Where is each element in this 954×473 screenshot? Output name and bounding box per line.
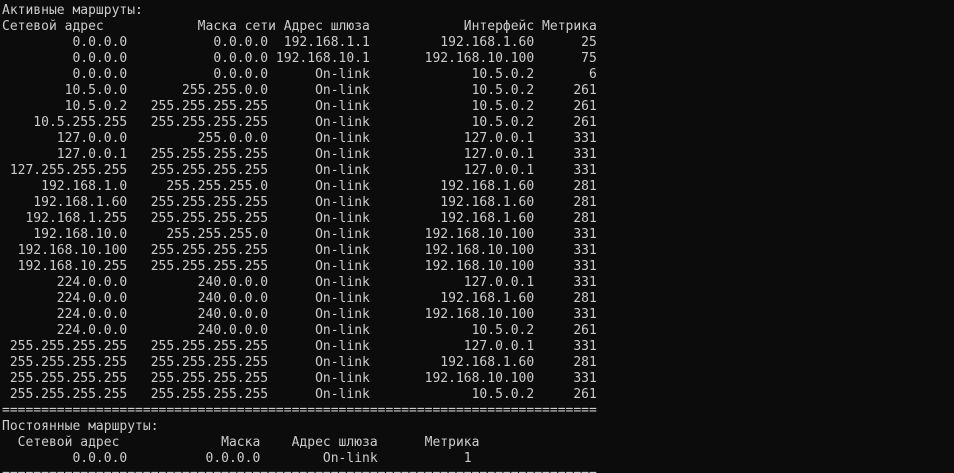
route-row: 127.0.0.1 255.255.255.255 On-link 127.0.… bbox=[2, 147, 597, 162]
route-row: 255.255.255.255 255.255.255.255 On-link … bbox=[2, 355, 597, 370]
route-row: 224.0.0.0 240.0.0.0 On-link 192.168.10.1… bbox=[2, 307, 597, 322]
route-row: 255.255.255.255 255.255.255.255 On-link … bbox=[2, 339, 597, 354]
route-row: 192.168.10.100 255.255.255.255 On-link 1… bbox=[2, 243, 597, 258]
route-row: 127.0.0.0 255.0.0.0 On-link 127.0.0.1 33… bbox=[2, 131, 597, 146]
persistent-route-row: 0.0.0.0 0.0.0.0 On-link 1 bbox=[2, 451, 472, 466]
persistent-routes-header: Сетевой адрес Маска Адрес шлюза Метрика bbox=[2, 435, 480, 450]
route-row: 10.5.0.0 255.255.0.0 On-link 10.5.0.2 26… bbox=[2, 83, 597, 98]
route-row: 0.0.0.0 0.0.0.0 On-link 10.5.0.2 6 bbox=[2, 67, 597, 82]
terminal-screen: Активные маршруты: Сетевой адрес Маска се… bbox=[0, 0, 954, 473]
route-row: 10.5.255.255 255.255.255.255 On-link 10.… bbox=[2, 115, 597, 130]
route-row: 127.255.255.255 255.255.255.255 On-link … bbox=[2, 163, 597, 178]
route-row: 224.0.0.0 240.0.0.0 On-link 10.5.0.2 261 bbox=[2, 323, 597, 338]
separator-line: ========================================… bbox=[2, 467, 954, 473]
route-row: 255.255.255.255 255.255.255.255 On-link … bbox=[2, 371, 597, 386]
route-row: 192.168.1.60 255.255.255.255 On-link 192… bbox=[2, 195, 597, 210]
separator-line: ========================================… bbox=[2, 403, 597, 418]
route-row: 0.0.0.0 0.0.0.0 192.168.1.1 192.168.1.60… bbox=[2, 35, 597, 50]
route-row: 10.5.0.2 255.255.255.255 On-link 10.5.0.… bbox=[2, 99, 597, 114]
route-row: 224.0.0.0 240.0.0.0 On-link 192.168.1.60… bbox=[2, 291, 597, 306]
route-row: 192.168.10.0 255.255.255.0 On-link 192.1… bbox=[2, 227, 597, 242]
route-row: 192.168.1.0 255.255.255.0 On-link 192.16… bbox=[2, 179, 597, 194]
route-row: 0.0.0.0 0.0.0.0 192.168.10.1 192.168.10.… bbox=[2, 51, 597, 66]
active-routes-title: Активные маршруты: bbox=[2, 3, 143, 18]
route-row: 192.168.1.255 255.255.255.255 On-link 19… bbox=[2, 211, 597, 226]
route-row: 224.0.0.0 240.0.0.0 On-link 127.0.0.1 33… bbox=[2, 275, 597, 290]
persistent-routes-title: Постоянные маршруты: bbox=[2, 419, 159, 434]
route-row: 192.168.10.255 255.255.255.255 On-link 1… bbox=[2, 259, 597, 274]
terminal-window[interactable]: Активные маршруты: Сетевой адрес Маска се… bbox=[0, 0, 954, 473]
active-routes-header: Сетевой адрес Маска сети Адрес шлюза Инт… bbox=[2, 19, 597, 34]
route-row: 255.255.255.255 255.255.255.255 On-link … bbox=[2, 387, 597, 402]
